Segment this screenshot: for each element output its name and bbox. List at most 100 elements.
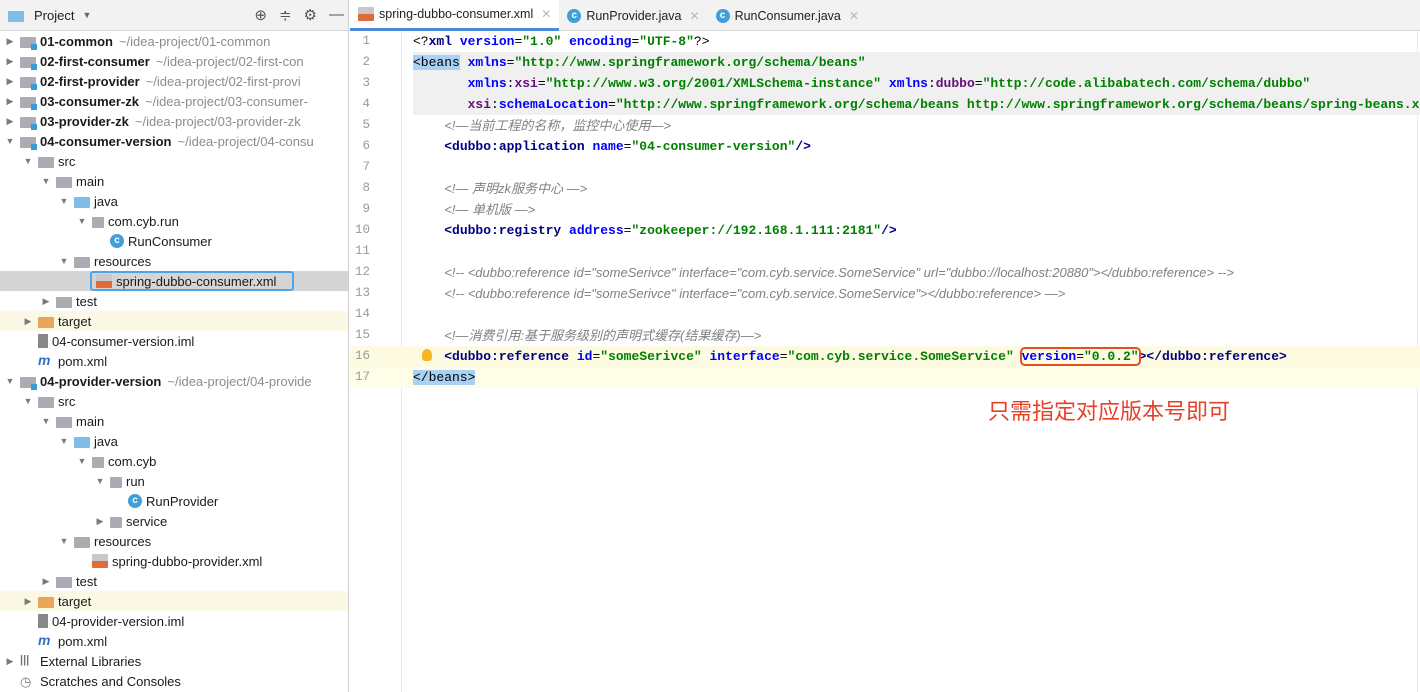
- collapsed-arrow-icon[interactable]: ▶: [4, 36, 16, 47]
- expanded-arrow-icon[interactable]: ▼: [40, 416, 52, 426]
- tree-item[interactable]: 04-provider-version.iml: [0, 611, 348, 631]
- tree-item[interactable]: c RunConsumer: [0, 231, 348, 251]
- expanded-arrow-icon[interactable]: ▼: [40, 176, 52, 186]
- code-token: "com.cyb.service.SomeService": [787, 349, 1014, 364]
- tree-item-label: External Libraries: [40, 653, 142, 669]
- tab-spring-dubbo-consumer-xml[interactable]: spring-dubbo-consumer.xml ✕: [350, 0, 560, 31]
- tree-item[interactable]: ▼ run: [0, 471, 348, 491]
- expanded-arrow-icon[interactable]: ▼: [58, 536, 70, 546]
- minimize-icon[interactable]: —: [329, 6, 344, 24]
- tree-item[interactable]: ▶ test: [0, 291, 348, 311]
- tab-runconsumer-java[interactable]: c RunConsumer.java ✕: [708, 0, 867, 31]
- line-text: </beans>: [413, 367, 476, 388]
- tree-item[interactable]: ▶ 02-first-consumer ~/idea-project/02-firs…: [0, 51, 348, 71]
- tree-item[interactable]: m pom.xml: [0, 631, 348, 651]
- expanded-arrow-icon[interactable]: ▼: [22, 156, 34, 166]
- collapsed-arrow-icon[interactable]: ▶: [40, 576, 52, 587]
- code-area[interactable]: 1 <?xml version="1.0" encoding="UTF-8"?> 2…: [350, 31, 1420, 692]
- tree-item[interactable]: spring-dubbo-provider.xml: [0, 551, 348, 571]
- expanded-arrow-icon[interactable]: ▼: [4, 136, 16, 146]
- close-icon[interactable]: ✕: [849, 9, 859, 23]
- collapsed-arrow-icon[interactable]: ▶: [94, 516, 106, 527]
- tree-item[interactable]: ▼ 04-consumer-version ~/idea-project/04-co…: [0, 131, 348, 151]
- collapsed-arrow-icon[interactable]: ▶: [4, 116, 16, 127]
- tree-item[interactable]: ▶ ||| External Libraries: [0, 651, 348, 671]
- tree-item-path: ~/idea-project/04-consu: [177, 133, 314, 149]
- code-token: <!— 单机版 —>: [444, 202, 536, 217]
- code-line: 5 <!—当前工程的名称，监控中心使用—>: [350, 115, 1420, 136]
- tree-item[interactable]: ▶ 03-provider-zk ~/idea-project/03-provide…: [0, 111, 348, 131]
- collapsed-arrow-icon[interactable]: ▶: [4, 76, 16, 87]
- expanded-arrow-icon[interactable]: ▼: [4, 376, 16, 386]
- collapsed-arrow-icon[interactable]: ▶: [40, 296, 52, 307]
- tree-item[interactable]: ▶ test: [0, 571, 348, 591]
- gear-icon[interactable]: ⚙: [304, 6, 317, 24]
- tree-item[interactable]: ▼ main: [0, 411, 348, 431]
- code-token: xmlns: [467, 76, 507, 91]
- expanded-arrow-icon[interactable]: ▼: [76, 216, 88, 226]
- code-token: </beans>: [413, 370, 476, 385]
- tree-item-label: Scratches and Consoles: [40, 673, 181, 689]
- collapsed-arrow-icon[interactable]: ▶: [22, 596, 34, 607]
- tree-item[interactable]: ▼ com.cyb: [0, 451, 348, 471]
- code-token: xsi: [514, 76, 538, 91]
- tree-item[interactable]: ▶ 03-consumer-zk ~/idea-project/03-consume…: [0, 91, 348, 111]
- locate-icon[interactable]: ⊕: [254, 6, 267, 24]
- tree-item[interactable]: ▶ 02-first-provider ~/idea-project/02-firs…: [0, 71, 348, 91]
- line-text: <beans xmlns="http://www.springframework…: [413, 52, 1420, 73]
- tree-item[interactable]: ▼ java: [0, 431, 348, 451]
- tree-item[interactable]: c RunProvider: [0, 491, 348, 511]
- line-text: <dubbo:reference id = "someSerivce" interf…: [413, 346, 1287, 367]
- code-line: 11: [350, 241, 1420, 262]
- collapse-all-icon[interactable]: ≑: [279, 6, 292, 24]
- tree-item[interactable]: ▼ resources: [0, 251, 348, 271]
- xml-file-icon: [92, 554, 108, 568]
- tree-item-path: ~/idea-project/04-provide: [167, 373, 312, 389]
- line-number: 4: [362, 97, 370, 111]
- code-line: 9 <!— 单机版 —>: [350, 199, 1420, 220]
- collapsed-arrow-icon[interactable]: ▶: [4, 96, 16, 107]
- tree-item[interactable]: spring-dubbo-consumer.xml: [0, 271, 348, 291]
- expanded-arrow-icon[interactable]: ▼: [58, 196, 70, 206]
- collapsed-arrow-icon[interactable]: ▶: [4, 656, 16, 667]
- expanded-arrow-icon[interactable]: ▼: [58, 256, 70, 266]
- expanded-arrow-icon[interactable]: ▼: [94, 476, 106, 486]
- tree-item[interactable]: ▶ service: [0, 511, 348, 531]
- lightbulb-icon[interactable]: [422, 349, 432, 361]
- tree-item[interactable]: ▼ com.cyb.run: [0, 211, 348, 231]
- tree-item[interactable]: ▶ 01-common ~/idea-project/01-common: [0, 31, 348, 51]
- collapsed-arrow-icon[interactable]: ▶: [22, 316, 34, 327]
- line-text: xsi:schemaLocation="http://www.springfra…: [413, 94, 1420, 115]
- code-token: =: [974, 76, 983, 91]
- close-icon[interactable]: ✕: [541, 7, 551, 21]
- tree-item[interactable]: 04-consumer-version.iml: [0, 331, 348, 351]
- expanded-arrow-icon[interactable]: ▼: [76, 456, 88, 466]
- tab-runprovider-java[interactable]: c RunProvider.java ✕: [559, 0, 707, 31]
- tree-item[interactable]: ▼ src: [0, 391, 348, 411]
- class-icon: c: [715, 8, 730, 23]
- tree-item-label: 04-provider-version: [40, 373, 162, 389]
- tree-item-label: pom.xml: [58, 353, 108, 369]
- tree-item[interactable]: ▼ src: [0, 151, 348, 171]
- project-view-selector[interactable]: Project: [34, 8, 74, 23]
- code-token: <?: [413, 34, 429, 49]
- collapsed-arrow-icon[interactable]: ▶: [4, 56, 16, 67]
- maven-icon: m: [38, 352, 51, 368]
- code-line: 3 xmlns:xsi="http://www.w3.org/2001/XMLS…: [350, 73, 1420, 94]
- close-icon[interactable]: ✕: [690, 9, 700, 23]
- tree-item[interactable]: ▶ target: [0, 311, 348, 331]
- tree-item[interactable]: ▼ main: [0, 171, 348, 191]
- tree-item-label: 03-consumer-zk: [40, 93, 139, 109]
- tree-item[interactable]: m pom.xml: [0, 351, 348, 371]
- expanded-arrow-icon[interactable]: ▼: [22, 396, 34, 406]
- tree-item[interactable]: ▼ java: [0, 191, 348, 211]
- tree-item[interactable]: ▶ target: [0, 591, 348, 611]
- expanded-arrow-icon[interactable]: ▼: [58, 436, 70, 446]
- excluded-folder-icon: [38, 316, 54, 328]
- chevron-down-icon[interactable]: ▼: [82, 10, 91, 20]
- tree-item[interactable]: ◷ Scratches and Consoles: [0, 671, 348, 691]
- tree-item[interactable]: ▼ 04-provider-version ~/idea-project/04-pr…: [0, 371, 348, 391]
- tree-item[interactable]: ▼ resources: [0, 531, 348, 551]
